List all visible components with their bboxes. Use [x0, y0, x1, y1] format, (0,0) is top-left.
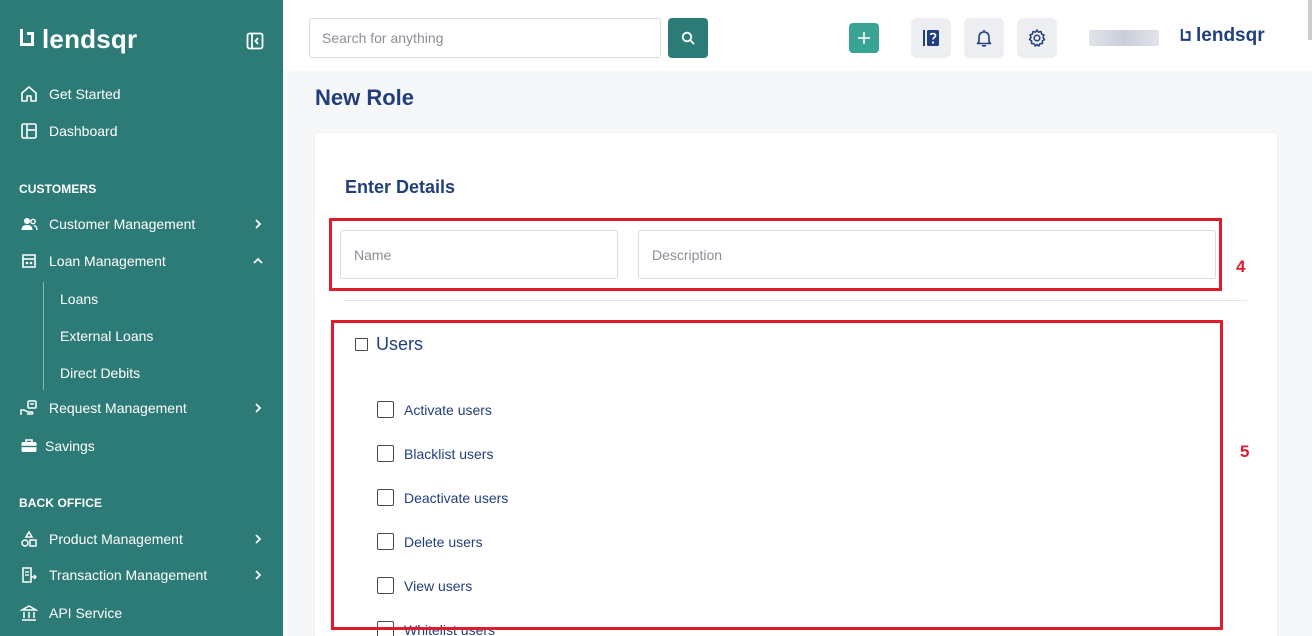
add-button[interactable]	[849, 23, 879, 53]
chevron-right-icon	[255, 534, 262, 544]
sidebar-item-label: Get Started	[49, 86, 121, 102]
users-group-checkbox[interactable]	[355, 338, 368, 351]
divider	[344, 300, 1247, 301]
role-form-card	[315, 133, 1277, 636]
sidebar-item-label: Request Management	[49, 400, 187, 416]
chevron-right-icon	[255, 403, 262, 413]
sidebar-item-dashboard[interactable]: Dashboard	[0, 116, 283, 146]
brand-name: lendsqr	[42, 24, 138, 54]
deactivate-users-checkbox[interactable]	[377, 489, 394, 506]
transaction-icon	[22, 567, 37, 583]
sidebar-item-loan-management[interactable]: Loan Management	[0, 246, 283, 276]
sidebar-logo[interactable]: lendsqr	[16, 26, 137, 52]
sidebar-item-product-management[interactable]: Product Management	[0, 524, 283, 554]
plus-icon	[858, 32, 870, 44]
chevron-right-icon	[255, 219, 262, 229]
search-input[interactable]	[309, 18, 661, 58]
whitelist-users-checkbox[interactable]	[377, 621, 394, 636]
notifications-button[interactable]	[964, 18, 1004, 58]
sidebar-item-customer-management[interactable]: Customer Management	[0, 209, 283, 239]
help-button[interactable]	[911, 18, 951, 58]
search-button[interactable]	[668, 18, 708, 58]
loan-icon	[22, 254, 36, 268]
sidebar-item-label: Dashboard	[49, 123, 118, 139]
permission-group-title: Users	[376, 334, 424, 354]
bell-icon	[976, 30, 992, 47]
product-icon	[21, 530, 37, 547]
lendsqr-logo-icon	[18, 29, 34, 46]
annotation-number-4: 4	[1236, 257, 1246, 276]
sidebar-item-api-service[interactable]: API Service	[0, 598, 283, 628]
lendsqr-logo-icon	[1179, 28, 1191, 41]
bank-icon	[20, 605, 38, 621]
sidebar-item-transaction-management[interactable]: Transaction Management	[0, 560, 283, 590]
chevron-up-icon	[253, 257, 263, 264]
permission-label: Blacklist users	[404, 446, 494, 462]
dashboard-icon	[21, 123, 37, 139]
sidebar-subitem-loans[interactable]: Loans	[60, 291, 98, 307]
name-field[interactable]	[340, 230, 618, 279]
section-title-back-office: BACK OFFICE	[19, 496, 103, 510]
page-title: New Role	[315, 85, 415, 110]
sidebar-item-label: Product Management	[49, 531, 183, 547]
sidebar-item-label: Loan Management	[49, 253, 166, 269]
gear-icon	[1028, 29, 1046, 47]
blacklist-users-checkbox[interactable]	[377, 445, 394, 462]
sidebar-item-label: API Service	[49, 605, 123, 621]
search-icon	[681, 31, 695, 45]
permission-label: Whitelist users	[404, 622, 496, 636]
sidebar-item-savings[interactable]: Savings	[0, 431, 283, 461]
sidebar: lendsqr Get Started Dashboard CUSTOMERS …	[0, 0, 283, 636]
permission-label: View users	[404, 578, 473, 594]
settings-button[interactable]	[1017, 18, 1057, 58]
permission-label: Delete users	[404, 534, 483, 550]
description-field[interactable]	[638, 230, 1216, 279]
collapse-sidebar-icon[interactable]	[246, 32, 264, 50]
sidebar-item-label: Savings	[45, 438, 95, 454]
users-icon	[21, 218, 38, 231]
permission-label: Activate users	[404, 402, 492, 418]
delete-users-checkbox[interactable]	[377, 533, 394, 550]
sidebar-item-label: Transaction Management	[49, 567, 208, 583]
briefcase-icon	[21, 439, 37, 452]
card-title: Enter Details	[345, 177, 456, 197]
sidebar-item-request-management[interactable]: Request Management	[0, 393, 283, 423]
view-users-checkbox[interactable]	[377, 577, 394, 594]
sidebar-item-label: Customer Management	[49, 216, 196, 232]
top-bar: lendsqr	[283, 0, 1312, 71]
annotation-number-5: 5	[1240, 442, 1250, 461]
scrollbar[interactable]	[1308, 0, 1312, 40]
activate-users-checkbox[interactable]	[377, 401, 394, 418]
permission-label: Deactivate users	[404, 490, 509, 506]
chevron-right-icon	[255, 570, 262, 580]
organization-name: lendsqr	[1196, 25, 1265, 46]
home-icon	[21, 86, 37, 102]
user-name-redacted	[1089, 30, 1159, 46]
sidebar-subitem-external-loans[interactable]: External Loans	[60, 328, 153, 344]
request-icon	[20, 400, 37, 415]
help-icon	[923, 30, 939, 46]
sidebar-subitem-direct-debits[interactable]: Direct Debits	[60, 365, 140, 381]
section-title-customers: CUSTOMERS	[19, 182, 97, 196]
organization-logo: lendsqr	[1178, 26, 1265, 45]
sidebar-item-get-started[interactable]: Get Started	[0, 79, 283, 109]
submenu-line	[43, 282, 44, 390]
